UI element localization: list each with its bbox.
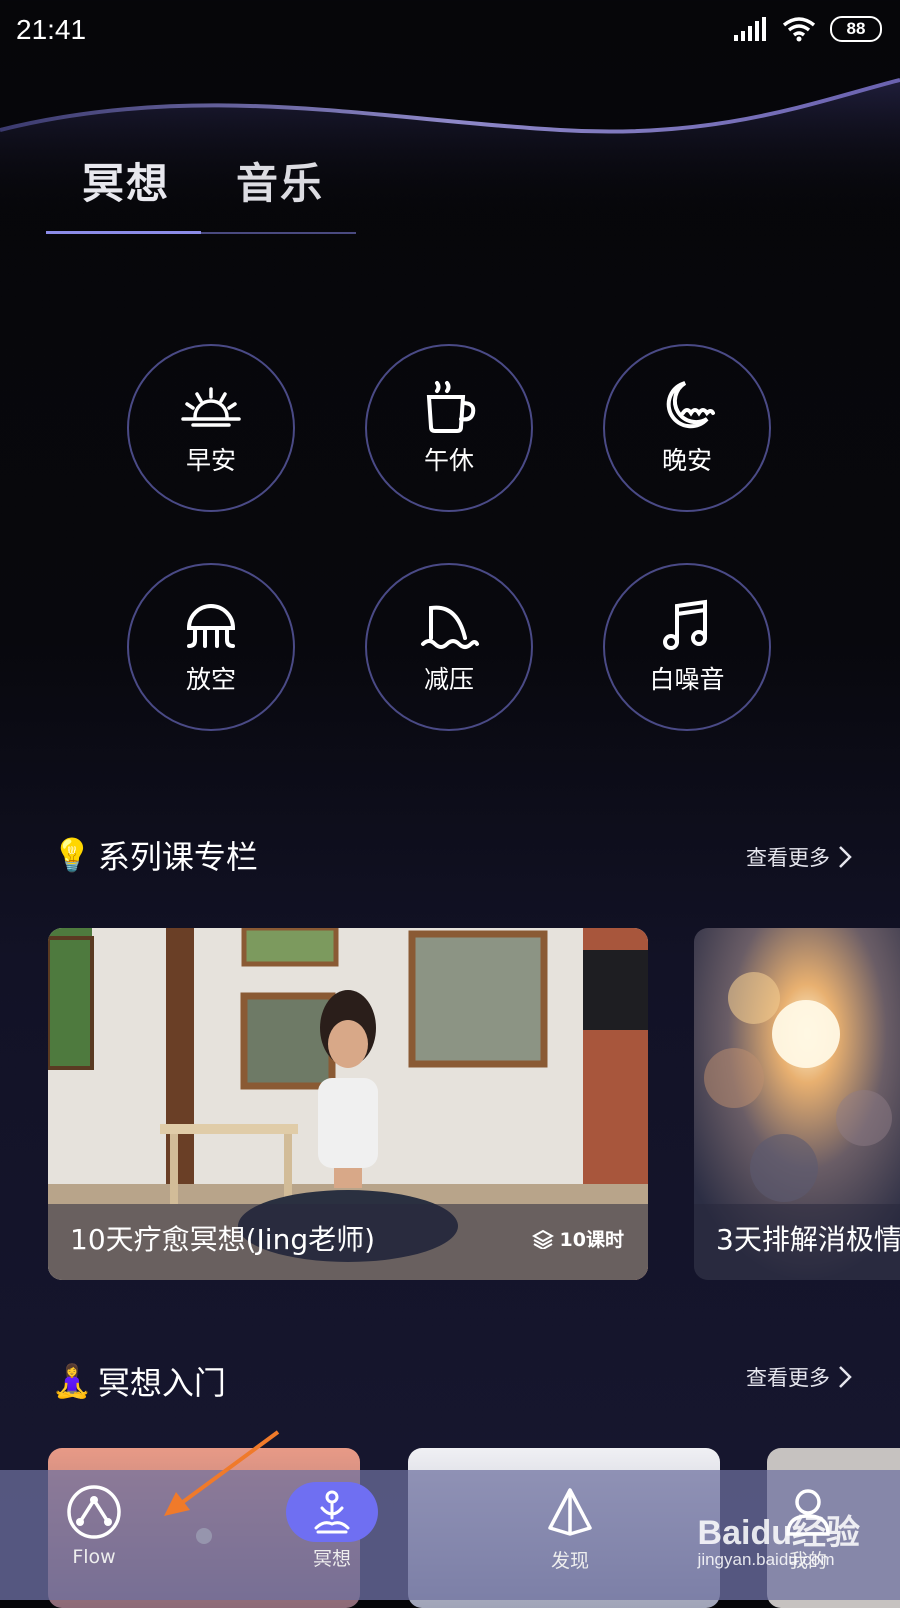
watermark-brand: Baidu经验 [697, 1514, 860, 1552]
wifi-icon [782, 17, 816, 42]
scene-label: 午休 [423, 446, 474, 475]
scene-nap-button[interactable]: 午休 [365, 344, 533, 512]
card-title: 10天疗愈冥想(Jing老师) [70, 1223, 376, 1256]
battery-level: 88 [846, 19, 866, 38]
signal-icon [734, 17, 766, 41]
scene-morning-button[interactable]: 早安 [127, 344, 295, 512]
coffee-cup-icon [426, 381, 476, 433]
meditation-emoji-icon: 🧘‍♀️ [52, 1362, 92, 1400]
nav-meditation[interactable]: 冥想 [272, 1482, 392, 1571]
series-card[interactable]: 3天排解消极情 [694, 928, 900, 1280]
card-title: 3天排解消极情 [716, 1223, 900, 1256]
scene-label: 白噪音 [649, 665, 725, 694]
music-note-icon [663, 599, 707, 650]
nav-flow[interactable]: Flow [34, 1484, 154, 1568]
see-more-intro[interactable]: 查看更多 [746, 1362, 852, 1392]
section-title-text: 系列课专栏 [97, 838, 258, 876]
section-title-text: 冥想入门 [97, 1364, 226, 1402]
series-card[interactable]: 10天疗愈冥想(Jing老师) 10课时 [48, 928, 648, 1280]
scene-night-button[interactable]: 晚安 [603, 344, 771, 512]
section-title-intro: 🧘‍♀️ 冥想入门 [52, 1358, 226, 1404]
see-more-label: 查看更多 [746, 846, 830, 870]
card-lessons-badge: 10课时 [531, 1225, 624, 1252]
nav-active-pill [286, 1482, 378, 1542]
nav-label: 冥想 [312, 1548, 351, 1570]
jellyfish-icon [186, 604, 236, 648]
scene-label: 减压 [423, 665, 474, 694]
tab-meditation[interactable]: 冥想 [82, 150, 170, 211]
watermark: Baidu经验 jingyan.baidu.com [698, 1505, 860, 1570]
lightbulb-icon: 💡 [52, 836, 92, 874]
scene-label: 放空 [185, 665, 236, 694]
chevron-right-icon [839, 1366, 852, 1388]
status-time: 21:41 [16, 14, 87, 45]
discover-icon [548, 1488, 592, 1536]
layers-icon [531, 1229, 554, 1249]
scene-white-noise-button[interactable]: 白噪音 [603, 563, 771, 731]
section-title-series: 💡 系列课专栏 [52, 832, 258, 878]
moon-clouds-icon [666, 381, 715, 429]
nav-discover[interactable]: 发现 [510, 1484, 630, 1573]
top-tabs: 冥想 音乐 [46, 150, 356, 240]
annotation-arrow-icon [164, 1430, 280, 1516]
see-more-label: 查看更多 [746, 1366, 830, 1390]
sunrise-icon [181, 387, 241, 427]
chevron-right-icon [839, 846, 852, 868]
flow-icon [67, 1485, 121, 1539]
see-more-series[interactable]: 查看更多 [746, 842, 852, 872]
scene-label: 早安 [185, 446, 236, 475]
scene-relax-button[interactable]: 放空 [127, 563, 295, 731]
tab-active-indicator [46, 231, 201, 234]
battery-indicator: 88 [830, 16, 882, 42]
nav-label: Flow [72, 1546, 116, 1568]
wave-icon [421, 605, 479, 649]
meditation-icon [314, 1490, 350, 1534]
card-lessons-count: 10课时 [559, 1229, 624, 1251]
scene-destress-button[interactable]: 减压 [365, 563, 533, 731]
scene-label: 晚安 [661, 446, 712, 475]
tab-music[interactable]: 音乐 [236, 150, 324, 211]
nav-label: 发现 [550, 1550, 589, 1572]
